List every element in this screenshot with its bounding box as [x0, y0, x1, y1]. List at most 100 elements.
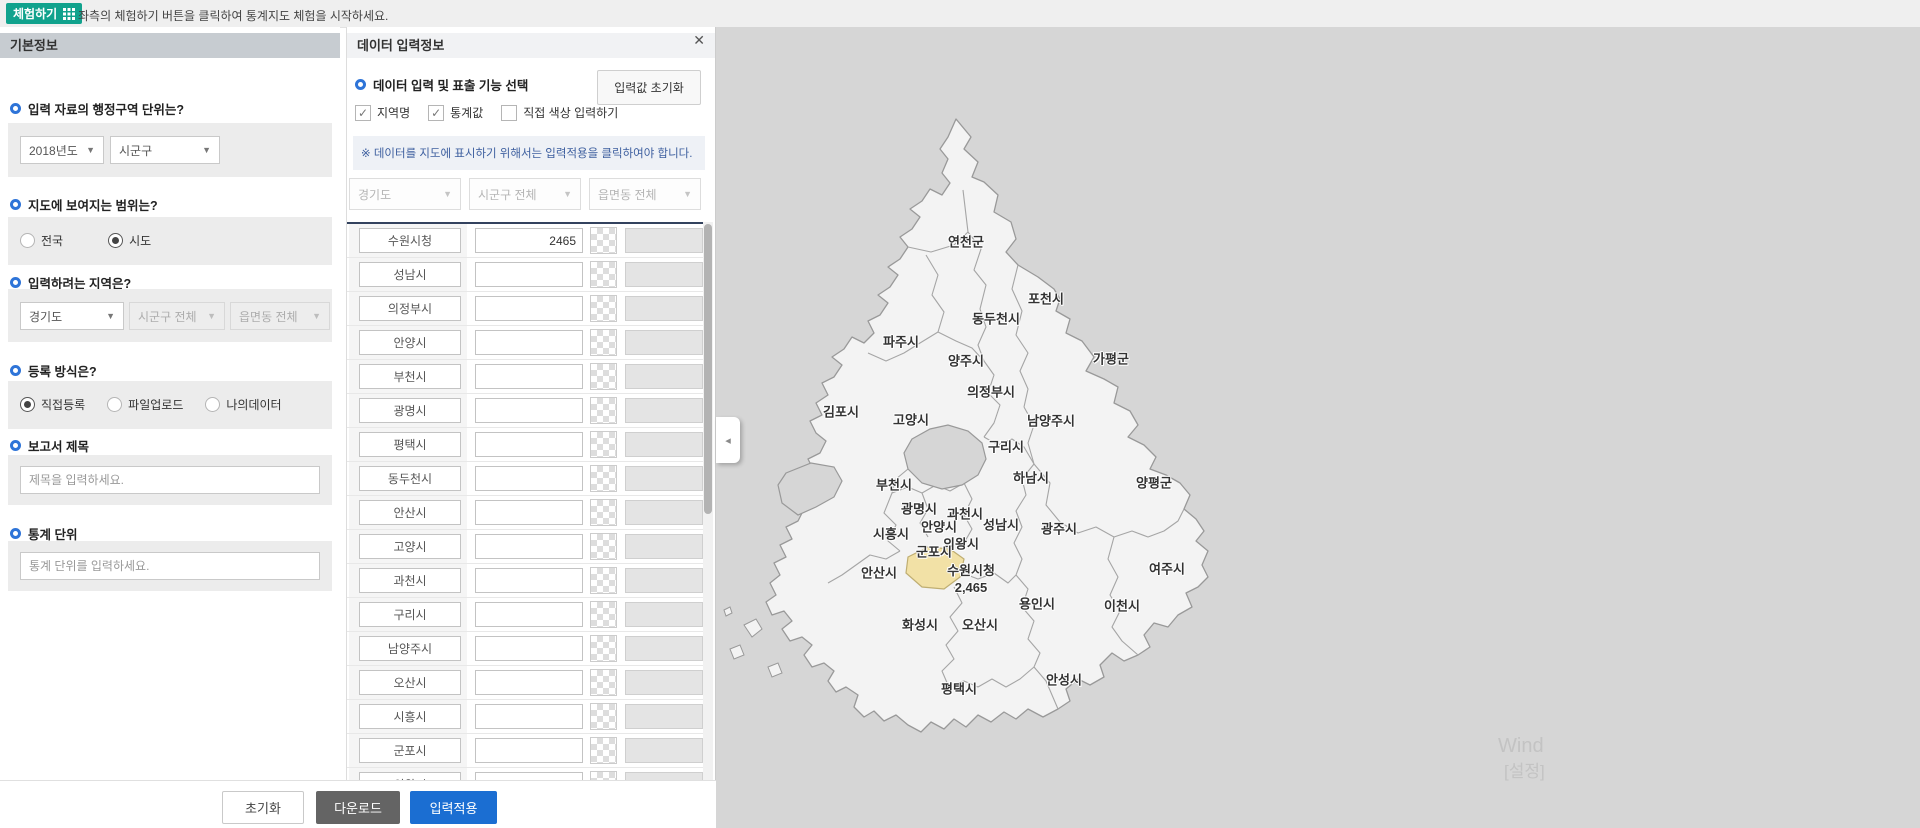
radio-method-파일업로드[interactable]: 파일업로드: [107, 396, 183, 413]
color-box-disabled: [625, 262, 703, 287]
reset-values-button[interactable]: 입력값 초기화: [597, 70, 701, 105]
map-area[interactable]: 연천군 포천시 동두천시 파주시 양주시 가평군 의정부시 김포시 고양시 남양주시 구리시 하남시 양…: [716, 27, 1920, 828]
table-row: 성남시: [347, 258, 707, 292]
value-input[interactable]: [475, 432, 583, 457]
value-input[interactable]: [475, 670, 583, 695]
map-label-text: 이천시: [1104, 598, 1140, 614]
scrollbar-thumb[interactable]: [704, 224, 712, 514]
pattern-swatch[interactable]: [590, 261, 617, 288]
radio-label: 파일업로드: [128, 398, 184, 412]
panel-collapse-tab[interactable]: ◂: [716, 417, 740, 463]
pattern-swatch[interactable]: [590, 499, 617, 526]
color-box-disabled: [625, 670, 703, 695]
chevron-down-icon: ▼: [207, 311, 216, 321]
report-title-input[interactable]: [20, 466, 320, 494]
value-input[interactable]: [475, 364, 583, 389]
region-box: 경기도 ▼ 시군구 전체 ▼ 읍면동 전체 ▼: [8, 289, 332, 342]
question-data-select: 데이터 입력 및 표출 기능 선택: [355, 75, 528, 94]
pattern-swatch[interactable]: [590, 737, 617, 764]
map-label-text: 오산시: [962, 617, 998, 633]
pattern-swatch[interactable]: [590, 669, 617, 696]
map-label-고양시: 고양시: [893, 412, 929, 429]
radio-icon: [205, 397, 221, 412]
color-box-disabled: [625, 704, 703, 729]
pattern-swatch[interactable]: [590, 329, 617, 356]
reset-button[interactable]: 초기화: [222, 791, 304, 824]
pattern-swatch[interactable]: [590, 397, 617, 424]
radio-method-나의데이터[interactable]: 나의데이터: [205, 396, 282, 413]
map-label-부천시: 부천시: [876, 477, 912, 494]
scrollbar-track[interactable]: [703, 222, 713, 780]
value-input[interactable]: [475, 602, 583, 627]
pattern-swatch[interactable]: [590, 533, 617, 560]
map-label-광명시: 광명시: [901, 501, 937, 518]
chevron-down-icon: ▼: [312, 311, 321, 321]
value-input[interactable]: [475, 704, 583, 729]
download-button[interactable]: 다운로드: [316, 791, 400, 824]
checkbox-label: 직접 색상 입력하기: [523, 106, 619, 120]
color-box-disabled: [625, 602, 703, 627]
checkbox-통계값[interactable]: ✓ 통계값: [428, 104, 483, 121]
color-box-disabled: [625, 466, 703, 491]
report-title-box: [8, 455, 332, 505]
value-input[interactable]: [475, 568, 583, 593]
map-label-text: 의정부시: [967, 384, 1015, 400]
basic-info-panel: 기본정보 입력 자료의 행정구역 단위는? 2018년도 ▼ 시군구 ▼ 지도에 보…: [0, 27, 340, 780]
bullet-icon: [10, 103, 21, 114]
apply-button[interactable]: 입력적용: [410, 791, 497, 824]
region-name-cell: 군포시: [349, 734, 467, 767]
radio-icon: [108, 233, 124, 248]
checkbox-직접 색상 입력하기[interactable]: 직접 색상 입력하기: [501, 104, 618, 121]
checkbox-icon: [501, 104, 518, 121]
table-row: 수원시청: [347, 224, 707, 258]
value-input[interactable]: [475, 398, 583, 423]
radio-icon: [107, 397, 123, 412]
stat-unit-input[interactable]: [20, 552, 320, 580]
chevron-down-icon: ▼: [443, 189, 452, 199]
map-label-포천시: 포천시: [1028, 291, 1064, 308]
radio-method-직접등록[interactable]: 직접등록: [20, 396, 85, 413]
checkbox-icon: ✓: [355, 104, 371, 121]
value-input[interactable]: [475, 738, 583, 763]
value-input[interactable]: [475, 228, 583, 253]
pattern-swatch[interactable]: [590, 635, 617, 662]
bullet-icon: [10, 528, 21, 539]
pattern-swatch[interactable]: [590, 431, 617, 458]
try-button[interactable]: 체험하기: [6, 3, 83, 24]
map-label-군포시: 군포시: [916, 544, 952, 561]
region-name-cell: 안산시: [349, 496, 467, 529]
radio-label: 나의데이터: [226, 398, 282, 412]
bullet-icon: [10, 277, 21, 288]
year-select[interactable]: 2018년도 ▼: [20, 136, 104, 164]
radio-range-시도[interactable]: 시도: [108, 232, 151, 249]
color-box-disabled: [625, 330, 703, 355]
map-label-시흥시: 시흥시: [873, 526, 909, 543]
table-row: 평택시: [347, 428, 707, 462]
value-input[interactable]: [475, 296, 583, 321]
pattern-swatch[interactable]: [590, 567, 617, 594]
close-icon[interactable]: ✕: [693, 32, 705, 49]
region-name-cell: 시흥시: [349, 700, 467, 733]
map-label-가평군: 가평군: [1093, 351, 1129, 368]
value-input[interactable]: [475, 534, 583, 559]
pattern-swatch[interactable]: [590, 363, 617, 390]
value-input[interactable]: [475, 636, 583, 661]
pattern-swatch[interactable]: [590, 227, 617, 254]
region-name-cell: 구리시: [349, 598, 467, 631]
value-input[interactable]: [475, 262, 583, 287]
color-box-disabled: [625, 296, 703, 321]
map-label-text: 연천군: [948, 234, 984, 250]
pattern-swatch[interactable]: [590, 703, 617, 730]
map-label-수원시청: 수원시청 2,465: [947, 562, 995, 596]
checkbox-지역명[interactable]: ✓ 지역명: [355, 104, 410, 121]
value-input[interactable]: [475, 330, 583, 355]
value-input[interactable]: [475, 466, 583, 491]
pattern-swatch[interactable]: [590, 295, 617, 322]
region-select-1[interactable]: 경기도 ▼: [20, 302, 124, 330]
value-input[interactable]: [475, 500, 583, 525]
radio-range-전국[interactable]: 전국: [20, 232, 63, 249]
pattern-swatch[interactable]: [590, 601, 617, 628]
province-outline: [765, 118, 1209, 733]
pattern-swatch[interactable]: [590, 465, 617, 492]
admin-unit-select[interactable]: 시군구 ▼: [110, 136, 220, 164]
